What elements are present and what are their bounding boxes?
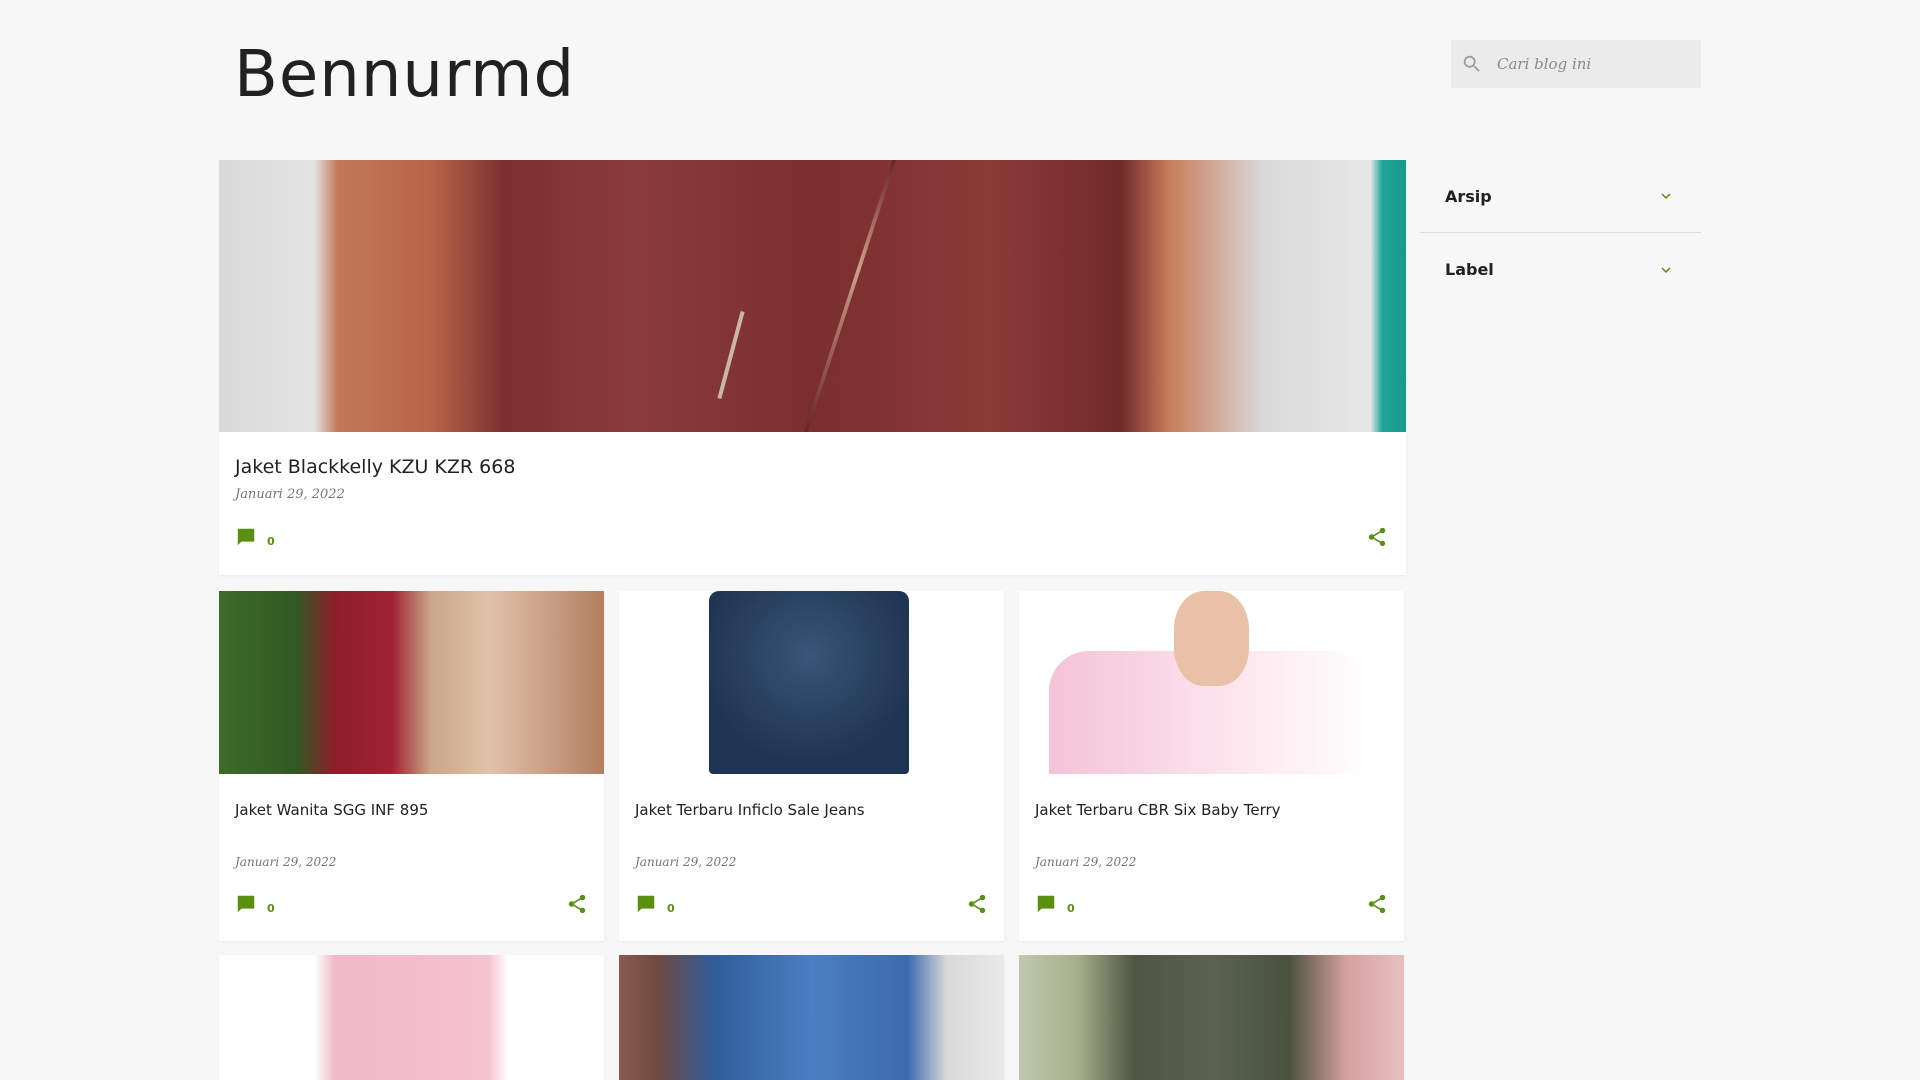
post-card[interactable]: Jaket Terbaru Inficlo Sale Jeans Januari… [619, 591, 1004, 941]
model-face-shape [1174, 591, 1249, 686]
jacket-pocket [717, 310, 745, 399]
featured-post-title[interactable]: Jaket Blackkelly KZU KZR 668 [235, 456, 515, 478]
chevron-down-icon[interactable] [1657, 187, 1675, 205]
featured-comment-link[interactable]: 0 [235, 526, 275, 548]
chevron-down-icon[interactable] [1657, 261, 1675, 279]
search-box[interactable] [1451, 40, 1701, 88]
search-icon[interactable] [1461, 53, 1483, 75]
widget-title: Arsip [1445, 186, 1492, 206]
featured-post[interactable]: Jaket Blackkelly KZU KZR 668 Januari 29,… [219, 160, 1406, 575]
post-card-title[interactable]: Jaket Terbaru CBR Six Baby Terry [1035, 801, 1281, 819]
jacket-zipper [803, 160, 897, 432]
comment-icon [637, 895, 655, 913]
comment-count: 0 [1067, 902, 1075, 915]
comment-icon [237, 895, 255, 913]
site-title[interactable]: Bennurmd [234, 38, 575, 112]
sidebar-widget-archive[interactable]: Arsip [1420, 160, 1701, 233]
post-card-title[interactable]: Jaket Terbaru Inficlo Sale Jeans [635, 801, 865, 819]
denim-jacket-shape [709, 591, 909, 774]
post-card-image[interactable] [219, 955, 604, 1080]
post-card[interactable] [219, 955, 604, 1080]
post-card-date[interactable]: Januari 29, 2022 [635, 855, 736, 869]
comment-link[interactable]: 0 [235, 893, 275, 915]
post-card-date[interactable]: Januari 29, 2022 [235, 855, 336, 869]
post-card[interactable] [1019, 955, 1404, 1080]
comment-link[interactable]: 0 [1035, 893, 1075, 915]
post-card[interactable]: Jaket Terbaru CBR Six Baby Terry Januari… [1019, 591, 1404, 941]
comment-count: 0 [667, 902, 675, 915]
comment-count: 0 [267, 902, 275, 915]
post-card-image[interactable] [1019, 955, 1404, 1080]
post-card-title[interactable]: Jaket Wanita SGG INF 895 [235, 801, 428, 819]
comment-icon [237, 528, 255, 546]
post-card-image[interactable] [619, 955, 1004, 1080]
featured-post-date[interactable]: Januari 29, 2022 [235, 487, 345, 502]
comment-link[interactable]: 0 [635, 893, 675, 915]
post-card-image[interactable] [219, 591, 604, 774]
post-card-image[interactable] [1019, 591, 1404, 774]
featured-post-image[interactable] [219, 160, 1406, 432]
comment-count: 0 [267, 535, 275, 548]
post-card-date[interactable]: Januari 29, 2022 [1035, 855, 1136, 869]
share-icon[interactable] [1366, 893, 1388, 915]
share-icon[interactable] [566, 893, 588, 915]
share-icon[interactable] [966, 893, 988, 915]
comment-icon [1037, 895, 1055, 913]
sidebar: Arsip Label [1420, 160, 1701, 306]
share-icon[interactable] [1366, 526, 1388, 548]
post-card[interactable] [619, 955, 1004, 1080]
sidebar-widget-label[interactable]: Label [1420, 233, 1701, 306]
widget-title: Label [1445, 260, 1494, 279]
post-card[interactable]: Jaket Wanita SGG INF 895 Januari 29, 202… [219, 591, 604, 941]
post-card-image[interactable] [619, 591, 1004, 774]
search-input[interactable] [1497, 55, 1687, 73]
